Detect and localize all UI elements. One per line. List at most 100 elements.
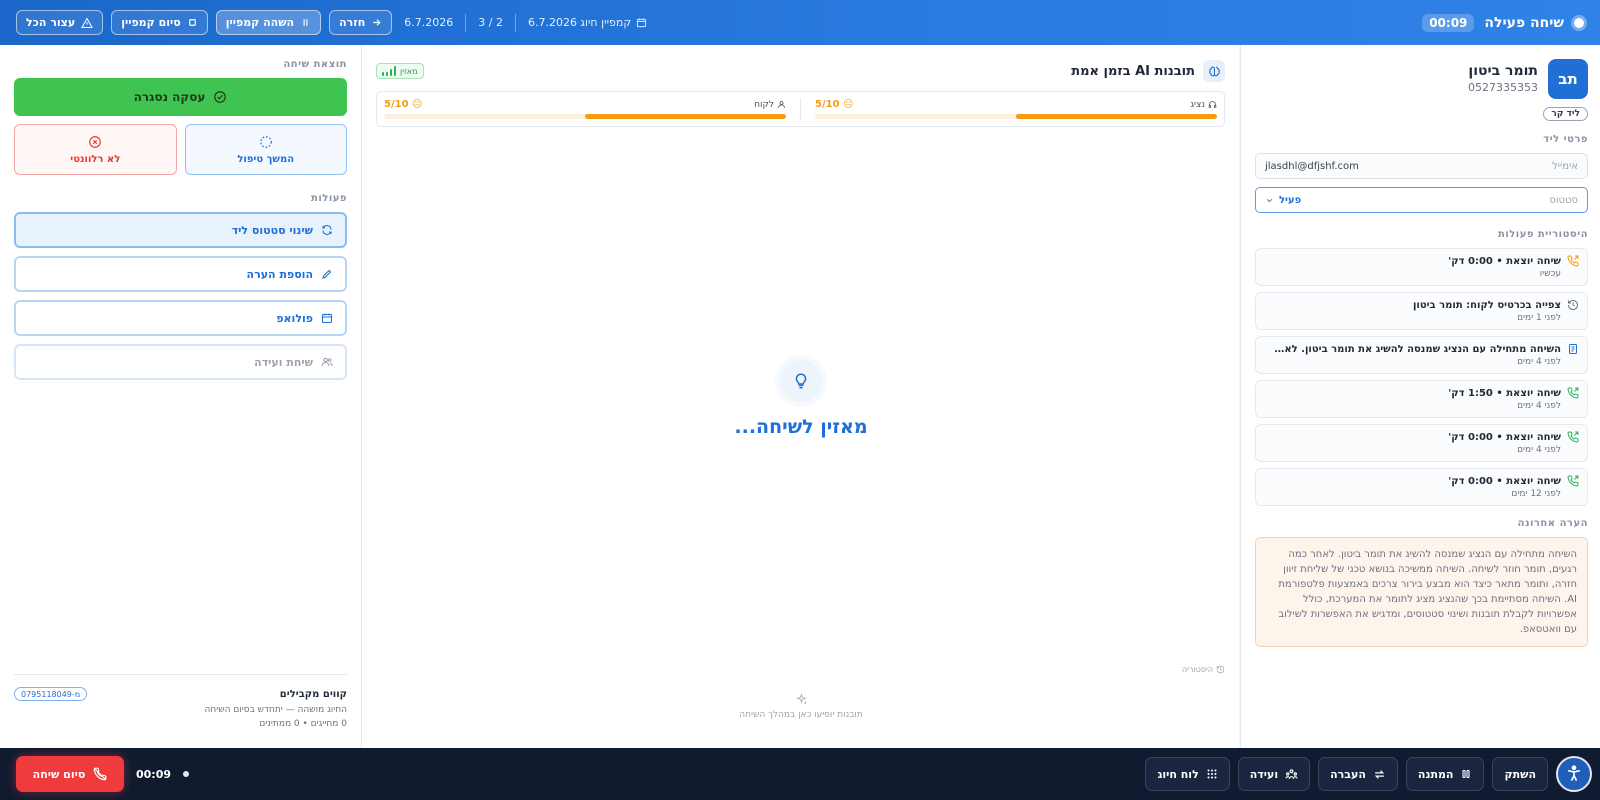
agent-score-label: נציג bbox=[1190, 99, 1205, 110]
follow-up-schedule-button[interactable]: פולואפ bbox=[14, 300, 347, 336]
tips-empty-state: תובנות יופיעו כאן במהלך השיחה bbox=[362, 693, 1240, 720]
history-title: שיחה יוצאת • 0:00 דק' bbox=[1448, 475, 1561, 487]
calendar-icon bbox=[637, 18, 647, 28]
parallel-lines-stats: 0 מחייגים • 0 ממתינים bbox=[259, 719, 347, 729]
x-circle-icon bbox=[89, 135, 102, 148]
change-status-label: שינוי סטטוס ליד bbox=[231, 223, 313, 237]
list-item[interactable]: שיחה יוצאת • 0:00 דק' לפני 4 ימים bbox=[1255, 424, 1588, 462]
history-icon bbox=[1216, 665, 1225, 674]
add-note-label: הוספת הערה bbox=[246, 267, 313, 281]
actions-heading: פעולות bbox=[311, 193, 347, 204]
live-indicator-icon bbox=[1574, 17, 1584, 28]
follow-up-button[interactable]: המשך טיפול bbox=[184, 124, 347, 175]
list-item[interactable]: שיחה יוצאת • 0:00 דק' לפני 12 ימים bbox=[1255, 468, 1588, 506]
listening-state: מאזין לשיחה... bbox=[362, 360, 1240, 438]
phone-icon bbox=[1567, 475, 1579, 487]
check-circle-icon bbox=[214, 91, 227, 103]
parallel-lines: קווים מקבילים מ-0795118049 החיוג מושהה —… bbox=[14, 674, 347, 729]
status-value-text: פעיל bbox=[1279, 194, 1302, 206]
email-field-value: jlasdhl@dfjshf.com bbox=[1265, 160, 1359, 172]
history-icon bbox=[1568, 300, 1578, 310]
customer-score: לקוח 😐 5/10 bbox=[384, 99, 786, 119]
deal-closed-button[interactable]: עסקה נסגרה bbox=[14, 78, 347, 116]
insights-title: תובנות AI בזמן אמת bbox=[1071, 63, 1195, 79]
calendar-icon bbox=[321, 313, 333, 324]
history-link-label: היסטוריה bbox=[1181, 665, 1213, 674]
history-link[interactable]: היסטוריה bbox=[1182, 665, 1225, 674]
outcome-heading: תוצאת שיחה bbox=[283, 59, 347, 70]
status-select-label: סטטוס bbox=[1549, 194, 1578, 206]
last-note-text: השיחה מתחילה עם הנציג שמנסה להשיג את תומ… bbox=[1255, 537, 1588, 647]
conference-call-button[interactable]: שיחת ועידה bbox=[14, 344, 347, 380]
brain-icon bbox=[1203, 60, 1225, 82]
arrow-icon bbox=[373, 19, 381, 26]
users-icon bbox=[321, 357, 333, 367]
agent-score-bar bbox=[815, 114, 1217, 119]
stop-icon bbox=[188, 19, 196, 26]
sentiment-scores: נציג 😐 5/10 לקוח 😐 5/10 bbox=[376, 91, 1225, 127]
deal-closed-label: עסקה נסגרה bbox=[133, 90, 206, 104]
customer-emoji: 😐 bbox=[412, 99, 423, 110]
history-title: צפייה בכרטיס לקוח: תומר ביטון bbox=[1412, 299, 1561, 311]
mute-label: השתק bbox=[1504, 767, 1536, 781]
agent-score-value: 5/10 bbox=[815, 99, 840, 110]
users-icon bbox=[1285, 768, 1298, 779]
campaign-name: קמפיין חיוג 6.7.2026 bbox=[524, 16, 651, 29]
phone-icon bbox=[1567, 387, 1579, 399]
not-relevant-label: לא רלוונטי bbox=[70, 153, 121, 165]
lightbulb-icon bbox=[780, 360, 822, 402]
email-field[interactable]: אימייל jlasdhl@dfjshf.com bbox=[1255, 153, 1588, 179]
call-status: שיחה פעילה 00:09 bbox=[1422, 13, 1584, 32]
parallel-lines-desc: החיוג מושהה — יתחדש בסיום השיחה bbox=[204, 705, 347, 715]
lead-phone: 0527335353 bbox=[1468, 81, 1538, 94]
listening-text: מאזין לשיחה... bbox=[734, 416, 868, 438]
end-call-button[interactable]: סיום שיחה bbox=[16, 756, 124, 792]
accessibility-button[interactable] bbox=[1556, 756, 1592, 792]
call-timer-badge: 00:09 bbox=[1422, 13, 1475, 32]
history-title: שיחה יוצאת • 0:00 דק' bbox=[1448, 255, 1561, 267]
mute-button[interactable]: השתק bbox=[1492, 757, 1548, 791]
finish-campaign-label: סיום קמפיין bbox=[121, 16, 181, 29]
pause-campaign-button[interactable]: השהה קמפיין bbox=[215, 10, 322, 35]
history-time: לפני 4 ימים bbox=[1517, 356, 1561, 367]
change-status-button[interactable]: שינוי סטטוס ליד bbox=[14, 212, 347, 248]
parallel-lines-title: קווים מקבילים bbox=[279, 688, 347, 700]
list-item[interactable]: שיחה יוצאת • 0:00 דק' עכשיו bbox=[1255, 248, 1588, 286]
history-time: לפני 4 ימים bbox=[1517, 444, 1561, 455]
lead-details-heading: פרטי ליד bbox=[1543, 134, 1588, 145]
call-controls-bar: השתק המתנה העברה ועידה לוח חיוג 00:09 סי… bbox=[0, 748, 1600, 800]
agent-score-fill bbox=[1016, 114, 1217, 119]
dialpad-button[interactable]: לוח חיוג bbox=[1145, 757, 1230, 791]
conference-label: ועידה bbox=[1249, 767, 1279, 781]
history-list: שיחה יוצאת • 0:00 דק' עכשיו צפייה בכרטיס … bbox=[1255, 248, 1588, 506]
customer-score-bar bbox=[384, 114, 786, 119]
hold-button[interactable]: המתנה bbox=[1405, 757, 1485, 791]
call-duration: 00:09 bbox=[136, 767, 172, 781]
avatar: תב bbox=[1548, 59, 1588, 99]
not-relevant-button[interactable]: לא רלוונטי bbox=[14, 124, 177, 175]
transfer-button[interactable]: העברה bbox=[1318, 757, 1398, 791]
document-icon bbox=[1569, 344, 1577, 354]
status-select[interactable]: סטטוס פעיל bbox=[1255, 187, 1588, 213]
customer-score-value: 5/10 bbox=[384, 99, 409, 110]
history-heading: היסטוריית פעולות bbox=[1497, 229, 1588, 240]
email-field-label: אימייל bbox=[1552, 160, 1578, 172]
stop-all-button[interactable]: עצור הכל bbox=[16, 10, 104, 35]
campaign-counter: 2 / 3 bbox=[478, 16, 503, 29]
list-item[interactable]: צפייה בכרטיס לקוח: תומר ביטון לפני 1 ימים bbox=[1255, 292, 1588, 330]
lead-tag-badge[interactable]: ליד קר bbox=[1543, 107, 1588, 121]
conference-button[interactable]: ועידה bbox=[1237, 757, 1311, 791]
listening-badge-text: מאזין bbox=[400, 66, 418, 76]
add-note-button[interactable]: הוספת הערה bbox=[14, 256, 347, 292]
list-item[interactable]: השיחה מתחילה עם הנציג שמנסה להשיג את תומ… bbox=[1255, 336, 1588, 374]
lead-name: תומר ביטון bbox=[1468, 63, 1538, 79]
sparkles-icon bbox=[795, 693, 807, 704]
tips-empty-text: תובנות יופיעו כאן במהלך השיחה bbox=[739, 710, 863, 720]
campaign-controls: קמפיין חיוג 6.7.2026 2 / 3 6.7.2026 חזרה… bbox=[16, 10, 651, 35]
hold-label: המתנה bbox=[1417, 767, 1454, 781]
finish-campaign-button[interactable]: סיום קמפיין bbox=[111, 10, 208, 35]
call-status-title: שיחה פעילה bbox=[1484, 14, 1564, 31]
back-button[interactable]: חזרה bbox=[329, 10, 393, 35]
list-item[interactable]: שיחה יוצאת • 1:50 דק' לפני 4 ימים bbox=[1255, 380, 1588, 418]
outcome-panel: תוצאת שיחה עסקה נסגרה המשך טיפול לא רלוו… bbox=[0, 45, 361, 748]
